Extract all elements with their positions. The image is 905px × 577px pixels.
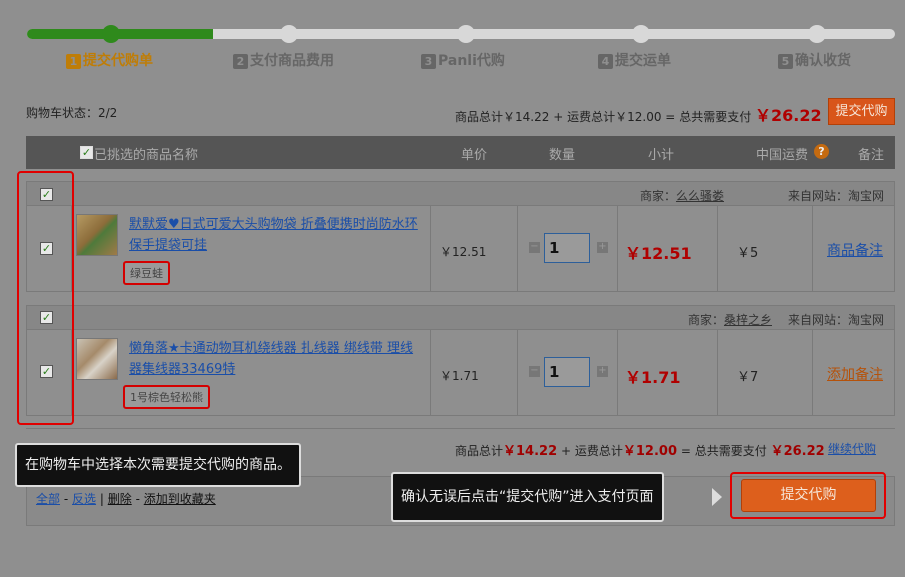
- product-thumbnail-2[interactable]: [76, 338, 118, 380]
- cart-item-1: 商家：么么骚娄 来自网站：淘宝网 默默爱♥日式可爱大头购物袋 折叠便携时尚防水环…: [26, 181, 895, 292]
- seller-link-1[interactable]: 么么骚娄: [676, 189, 724, 203]
- invert-selection-link[interactable]: 反选: [72, 492, 96, 506]
- help-icon[interactable]: ?: [814, 144, 829, 159]
- note-link-1[interactable]: 商品备注: [827, 240, 883, 260]
- qty-decrease-1[interactable]: −: [529, 242, 540, 253]
- pay-total-top: ￥26.22: [755, 106, 822, 125]
- callout-arrow: [712, 488, 722, 506]
- step-submit-order: 1 提交代购单: [66, 50, 153, 70]
- cn-shipping-1: ￥5: [737, 246, 759, 261]
- subtotal-1: ￥12.51: [625, 244, 692, 263]
- submit-button-top[interactable]: 提交代购: [828, 98, 895, 125]
- submit-tip-callout: 确认无误后点击“提交代购”进入支付页面: [391, 472, 664, 522]
- step-confirm-receipt: 5 确认收货: [778, 50, 851, 70]
- continue-shopping-link[interactable]: 继续代购: [828, 440, 876, 457]
- col-subtotal: 小计: [648, 148, 675, 163]
- checkbox-highlight: [17, 171, 74, 425]
- step-dot-4: [632, 25, 650, 43]
- step-dot-1: [102, 25, 120, 43]
- progress-fill: [27, 29, 213, 39]
- step-dot-3: [457, 25, 475, 43]
- product-title-2[interactable]: 懒角落★卡通动物耳机绕线器 扎线器 绑线带 理线器集线器33469特: [129, 338, 421, 380]
- step-dot-5: [808, 25, 826, 43]
- step-pay-goods: 2 支付商品费用: [233, 50, 334, 70]
- subtotal-2: ￥1.71: [625, 368, 681, 387]
- step-submit-waybill: 4 提交运单: [598, 50, 671, 70]
- select-tip-callout: 在购物车中选择本次需要提交代购的商品。: [15, 443, 301, 487]
- cart-item-2: 商家：桑梓之乡 来自网站：淘宝网 懒角落★卡通动物耳机绕线器 扎线器 绑线带 理…: [26, 305, 895, 416]
- note-link-2[interactable]: 添加备注: [827, 364, 883, 384]
- qty-input-1[interactable]: 1: [544, 233, 590, 263]
- cn-shipping-2: ￥7: [737, 370, 759, 385]
- product-title-1[interactable]: 默默爱♥日式可爱大头购物袋 折叠便携时尚防水环保手提袋可挂: [129, 214, 421, 256]
- delete-link[interactable]: 删除: [108, 492, 132, 506]
- col-unit-price: 单价: [461, 148, 488, 163]
- submit-button-bottom[interactable]: 提交代购: [741, 479, 876, 512]
- qty-increase-2[interactable]: +: [597, 366, 608, 377]
- qty-input-2[interactable]: 1: [544, 357, 590, 387]
- col-quantity: 数量: [549, 148, 576, 163]
- select-all-checkbox[interactable]: ✓: [80, 146, 93, 159]
- select-all-link[interactable]: 全部: [36, 492, 60, 506]
- order-summary-bottom: 商品总计￥14.22 + 运费总计￥12.00 = 总共需要支付 ￥26.22: [455, 444, 825, 459]
- shop-row-1: 商家：么么骚娄 来自网站：淘宝网: [27, 182, 894, 206]
- add-to-favorites-link[interactable]: 添加到收藏夹: [144, 492, 216, 506]
- col-note: 备注: [858, 148, 885, 163]
- unit-price-1: ￥12.51: [440, 245, 487, 259]
- cart-status: 购物车状态：2/2: [26, 106, 118, 120]
- qty-decrease-2[interactable]: −: [529, 366, 540, 377]
- pay-total-bottom: ￥26.22: [770, 444, 825, 459]
- qty-increase-1[interactable]: +: [597, 242, 608, 253]
- order-summary-top: 商品总计￥14.22 + 运费总计￥12.00 = 总共需要支付 ￥26.22: [455, 106, 822, 125]
- step-dot-2: [280, 25, 298, 43]
- col-name: 已挑选的商品名称: [94, 148, 199, 163]
- step-panli-purchase: 3 Panli代购: [421, 50, 505, 70]
- product-spec-2: 1号棕色轻松熊: [123, 385, 210, 409]
- unit-price-2: ￥1.71: [440, 369, 479, 383]
- product-spec-1: 绿豆蛙: [123, 261, 170, 285]
- bulk-actions: 全部 - 反选 | 删除 - 添加到收藏夹: [36, 492, 216, 506]
- shop-row-2: 商家：桑梓之乡 来自网站：淘宝网: [27, 306, 894, 330]
- seller-link-2[interactable]: 桑梓之乡: [724, 313, 772, 327]
- col-cn-shipping: 中国运费: [756, 148, 809, 163]
- product-thumbnail-1[interactable]: [76, 214, 118, 256]
- table-header: ✓ 已挑选的商品名称 单价 数量 小计 中国运费 ? 备注: [26, 136, 895, 169]
